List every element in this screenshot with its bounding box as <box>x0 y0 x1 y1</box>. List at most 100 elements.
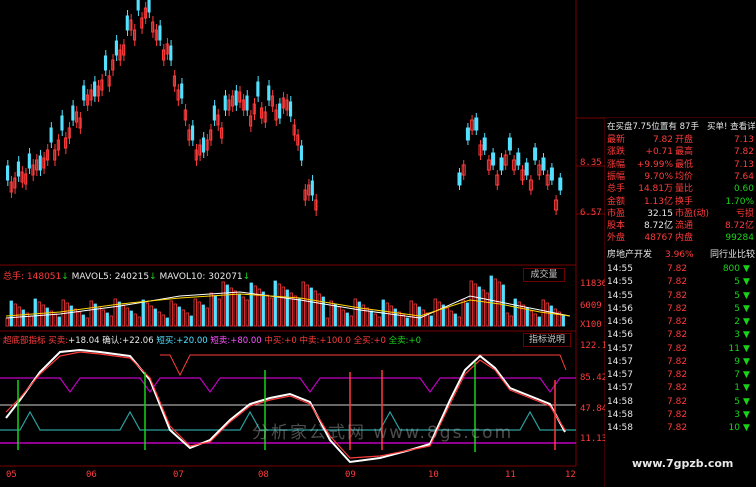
candle <box>533 147 538 161</box>
quote-value: +9.99% <box>636 159 673 170</box>
candle <box>180 83 184 99</box>
price-axis-label-bottom: 6.57 <box>580 208 602 218</box>
volume-bar <box>65 302 69 327</box>
volume-bar <box>177 306 181 327</box>
arrow-down-icon: ▼ <box>743 277 750 288</box>
candle <box>136 0 140 11</box>
ind-axis-1: 122.1 <box>580 341 608 351</box>
quote-label: 股本 <box>607 221 626 232</box>
volume-bar <box>293 295 297 327</box>
volume-header: 总手: 148051↓ MAVOL5: 240215↓ MAVOL10: 302… <box>3 272 251 282</box>
volume-bar <box>105 312 109 327</box>
x-tick: 12 <box>565 470 576 480</box>
sector-name[interactable]: 房地产开发 <box>607 250 652 260</box>
volume-bar <box>453 313 457 327</box>
x-tick: 11 <box>505 470 516 480</box>
volume-bar <box>473 283 477 327</box>
candle <box>524 162 529 176</box>
tick-price: 7.82 <box>667 317 688 327</box>
tick-volume: 11 <box>728 343 740 354</box>
volume-bar <box>145 302 149 327</box>
volume-bar <box>189 315 193 327</box>
volume-bar <box>241 296 245 327</box>
volume-bar <box>249 282 253 327</box>
tick-time: 14:58 <box>607 396 633 407</box>
volume-bar <box>501 284 505 327</box>
tick-price: 7.82 <box>667 343 688 354</box>
ind-label-full-sell: 全卖: <box>388 336 409 346</box>
arrow-down-icon: ▼ <box>743 343 750 354</box>
volume-bar <box>417 306 421 327</box>
volume-bar <box>317 293 321 327</box>
volume-bar <box>69 305 73 327</box>
candle <box>507 137 512 151</box>
tick-volume: 5 <box>734 290 740 301</box>
quote-value: 7.13 <box>733 159 754 170</box>
candle <box>158 25 162 41</box>
ind-label-short-buy: 短买: <box>156 336 177 346</box>
ind-label-mid-buy: 中买: <box>264 336 285 346</box>
ind-value-full-sell: +0 <box>408 336 422 346</box>
indicator-help-button[interactable]: 指标说明 <box>523 333 571 347</box>
arrow-down-icon: ▼ <box>743 330 750 341</box>
quote-label: 均价 <box>675 171 694 182</box>
candle <box>125 15 129 31</box>
indicator-dropdown[interactable]: 成交量 <box>523 268 565 282</box>
quote-value: 48767 <box>644 233 673 244</box>
volume-bar <box>141 299 145 327</box>
volume-bar <box>197 301 201 327</box>
volume-bar <box>113 298 117 327</box>
volume-bar <box>433 298 437 327</box>
volume-bar <box>445 307 449 327</box>
ind-label-confirm: 确认: <box>102 336 123 346</box>
candle <box>147 0 151 13</box>
quote-value: 7.82 <box>652 135 673 145</box>
ind-axis-3: 47.84 <box>580 404 608 414</box>
volume-bar <box>173 303 177 327</box>
volume-bar <box>345 312 349 327</box>
volume-bar <box>525 307 529 327</box>
tick-time: 14:55 <box>607 277 633 288</box>
ind-label-mid-sell: 中卖: <box>299 336 320 346</box>
quote-value: 8.72亿 <box>724 221 754 232</box>
volume-bar <box>137 316 141 327</box>
view-detail-link[interactable]: 查看详细 <box>730 122 756 132</box>
quote-label: 最新 <box>607 135 626 145</box>
volume-bar <box>169 300 173 327</box>
quote-label: 内盘 <box>675 233 694 244</box>
volume-bar <box>389 305 393 327</box>
quote-label: 市盈(动) <box>675 208 710 219</box>
indicator-dropdown-label: 成交量 <box>530 270 558 280</box>
volume-bar <box>369 310 373 327</box>
buy-order-link[interactable]: 买单! <box>707 122 727 132</box>
sector-pct: 3.96% <box>665 250 694 260</box>
volume-bar <box>285 289 289 327</box>
volume-bar <box>265 294 269 327</box>
volume-bar <box>477 286 481 327</box>
tick-volume: 5 <box>734 396 740 407</box>
tick-row: 14:58 7.82 5 ▼ <box>605 396 756 409</box>
volume-bar <box>509 315 513 327</box>
indicator-name: 超底部指标 <box>3 336 46 346</box>
quote-header-buttons: 买单! 查看详细 <box>707 121 756 133</box>
quote-panel: 在买盘7.75位置有 87手 买单! 查看详细 最新7.82开盘7.13涨跌+0… <box>605 118 756 487</box>
ind-label-short-sell: 短卖: <box>210 336 231 346</box>
ind-value-full-buy: +0 <box>373 336 386 346</box>
volume-bar <box>81 314 85 327</box>
tick-volume: 5 <box>734 303 740 314</box>
ind-axis-2: 85.42 <box>580 373 608 383</box>
volume-bar <box>97 306 101 327</box>
candle <box>474 117 479 131</box>
tick-row: 14:56 7.82 2 ▼ <box>605 316 756 329</box>
volume-bar <box>301 281 305 327</box>
industry-compare-link[interactable]: 同行业比较 <box>710 249 755 261</box>
volume-bar <box>77 311 81 327</box>
volume-bar <box>545 302 549 327</box>
oscillator-line <box>5 348 566 464</box>
candle <box>245 95 249 111</box>
candle <box>541 157 546 171</box>
tick-volume: 2 <box>734 317 740 327</box>
volume-bar <box>209 292 213 327</box>
volume-bar <box>225 284 229 327</box>
arrow-down-icon: ▼ <box>743 383 750 394</box>
